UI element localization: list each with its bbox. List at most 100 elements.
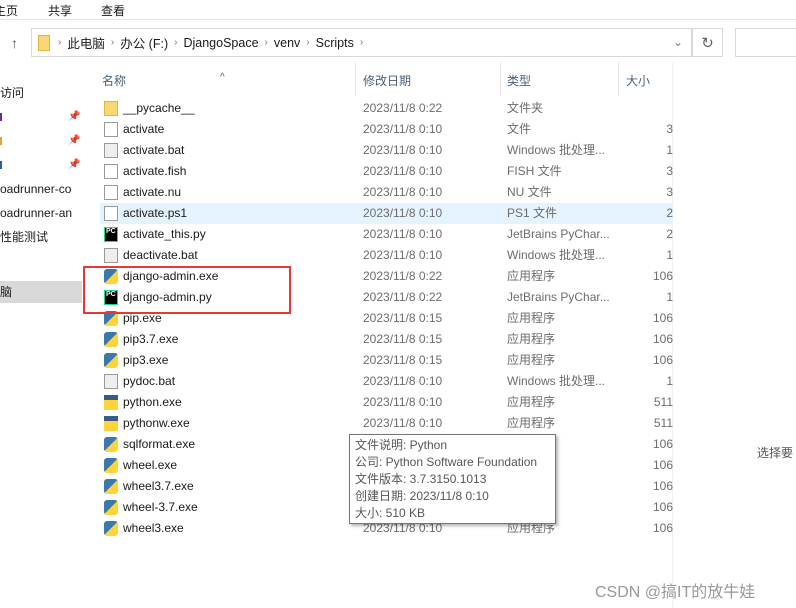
breadcrumb-separator-icon[interactable]: › [265,37,268,48]
file-date: 2023/11/8 0:15 [363,332,443,346]
breadcrumb-item[interactable]: venv [274,36,300,50]
file-row[interactable]: pythonw.exe 2023/11/8 0:10 应用程序 511 [100,413,673,434]
sidebar-item[interactable]: 📌 [0,154,82,176]
file-size: 106 [652,437,673,451]
pin-icon[interactable]: 📌 [68,154,80,176]
python-exe-icon [104,353,118,368]
sidebar-folder-icon [0,113,2,121]
tooltip-size: 大小: 510 KB [355,506,426,520]
file-name: pythonw.exe [123,416,190,430]
file-size: 1 [666,248,673,262]
file-date: 2023/11/8 0:22 [363,101,443,115]
address-bar[interactable]: › 此电脑 › 办公 (F:) › DjangoSpace › venv › Scripts › ⌄ [31,28,692,57]
up-arrow-icon[interactable]: ↑ [11,35,18,51]
bat-icon [104,248,118,263]
file-type: JetBrains PyChar... [507,290,610,304]
file-type: Windows 批处理... [507,248,606,262]
sidebar-item[interactable]: 📌 [0,130,82,152]
tooltip-description: 文件说明: Python [355,438,448,452]
file-row[interactable]: pydoc.bat 2023/11/8 0:10 Windows 批处理... 1 [100,371,673,392]
python-exe-icon [104,500,118,515]
file-size: 1 [666,290,673,304]
tab-share[interactable]: 共享 [48,2,72,19]
python-window-icon [104,416,118,431]
python-exe-icon [104,521,118,536]
file-row[interactable]: activate.fish 2023/11/8 0:10 FISH 文件 3 [100,161,673,182]
sidebar-item[interactable]: 性能测试 [0,226,82,248]
file-type: 应用程序 [507,353,556,367]
sidebar-item[interactable] [0,250,82,272]
column-type[interactable]: 类型 [507,72,531,89]
file-row[interactable]: activate.nu 2023/11/8 0:10 NU 文件 3 [100,182,673,203]
column-name[interactable]: 名称 [102,72,126,89]
file-name: activate.nu [123,185,182,199]
highlight-box [83,266,291,314]
breadcrumb-item[interactable]: Scripts [316,36,354,50]
python-exe-icon [104,332,118,347]
file-size: 3 [666,185,673,199]
file-row[interactable]: pip3.7.exe 2023/11/8 0:15 应用程序 106 [100,329,673,350]
sidebar-item[interactable]: oadrunner-co [0,178,82,200]
file-name: deactivate.bat [123,248,198,262]
file-size: 3 [666,164,673,178]
file-row[interactable]: activate 2023/11/8 0:10 文件 3 [100,119,673,140]
file-name: wheel3.exe [123,521,184,535]
breadcrumb-item[interactable]: 办公 (F:) [120,33,168,52]
file-row[interactable]: activate.bat 2023/11/8 0:10 Windows 批处理...… [100,140,673,161]
column-size[interactable]: 大小 [626,72,650,89]
bat-icon [104,374,118,389]
breadcrumb-separator-icon[interactable]: › [174,37,177,48]
tab-home[interactable]: 主页 [0,2,18,19]
sidebar-item-label: 性能测试 [0,230,49,244]
file-date: 2023/11/8 0:10 [363,143,443,157]
file-name: python.exe [123,395,182,409]
file-name: wheel.exe [123,458,178,472]
file-row[interactable]: PC activate_this.py 2023/11/8 0:10 JetBrain… [100,224,673,245]
sidebar-item[interactable]: 📌 [0,106,82,128]
file-row[interactable]: deactivate.bat 2023/11/8 0:10 Windows 批处理.… [100,245,673,266]
breadcrumb-item[interactable]: 此电脑 [67,33,105,52]
file-date: 2023/11/8 0:10 [363,248,443,262]
breadcrumb-item[interactable]: DjangoSpace [183,36,258,50]
file-name: pip3.exe [123,353,169,367]
column-date[interactable]: 修改日期 [363,72,411,89]
forward-icon[interactable]: › [0,35,1,51]
file-size: 106 [652,521,673,535]
refresh-button[interactable]: ↻ [692,28,723,57]
file-size: 1 [666,143,673,157]
sidebar-item[interactable]: oadrunner-an [0,202,82,224]
file-type: 文件夹 [507,101,544,115]
tooltip-company: 公司: Python Software Foundation [355,455,538,469]
file-date: 2023/11/8 0:10 [363,206,443,220]
file-icon [104,206,118,221]
file-row[interactable]: python.exe 2023/11/8 0:10 应用程序 511 [100,392,673,413]
file-row[interactable]: __pycache__ 2023/11/8 0:22 文件夹 [100,98,673,119]
sidebar-folder-icon [0,161,2,169]
column-header: ^ 名称 修改日期 类型 大小 [82,62,672,96]
file-row[interactable]: pip3.exe 2023/11/8 0:15 应用程序 106 [100,350,673,371]
breadcrumb-separator-icon[interactable]: › [58,37,61,48]
sidebar-item-label: 访问 [0,86,25,100]
file-date: 2023/11/8 0:15 [363,311,443,325]
tab-view[interactable]: 查看 [101,2,125,19]
pin-icon[interactable]: 📌 [68,130,80,152]
breadcrumb-separator-icon[interactable]: › [306,37,309,48]
folder-icon [38,34,50,51]
file-name: __pycache__ [123,101,195,115]
file-type: FISH 文件 [507,164,562,178]
breadcrumb-separator-icon[interactable]: › [111,37,114,48]
file-date: 2023/11/8 0:10 [363,122,443,136]
search-input[interactable] [735,28,796,57]
file-type: 应用程序 [507,269,556,283]
breadcrumb-separator-icon[interactable]: › [360,37,363,48]
chevron-down-icon[interactable]: ⌄ [673,35,683,49]
tooltip-version: 文件版本: 3.7.3150.1013 [355,472,487,486]
pin-icon[interactable]: 📌 [68,106,80,128]
tooltip-created: 创建日期: 2023/11/8 0:10 [355,489,489,503]
sidebar-item[interactable]: 脑 [0,281,82,303]
file-type: JetBrains PyChar... [507,227,610,241]
sidebar-folder-icon [0,137,2,145]
sidebar-item[interactable]: 访问 [0,82,82,104]
file-size: 2 [666,206,673,220]
file-row[interactable]: activate.ps1 2023/11/8 0:10 PS1 文件 2 [100,203,673,224]
